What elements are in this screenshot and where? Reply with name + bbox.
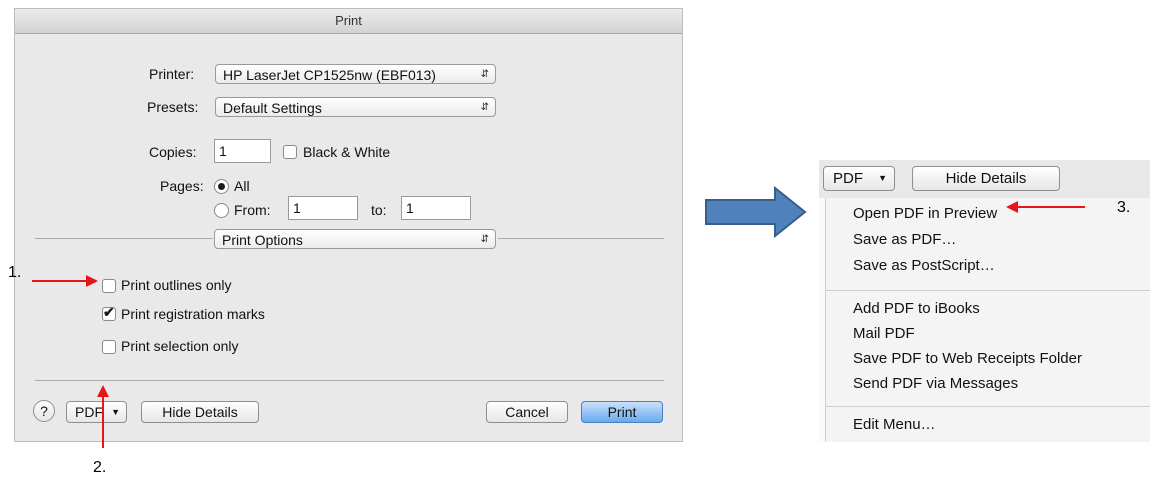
presets-popup[interactable]: Default Settings ⇵: [215, 97, 496, 117]
pages-from-label: From:: [234, 202, 271, 218]
print-dialog: Print Printer: HP LaserJet CP1525nw (EBF…: [14, 8, 683, 442]
chevron-down-icon: ▼: [111, 407, 120, 417]
presets-value: Default Settings: [223, 100, 322, 116]
pages-to-label: to:: [371, 202, 387, 218]
pages-all-radio[interactable]: [214, 179, 229, 194]
pdf-menu-panel: PDF ▼ Hide Details Open PDF in Preview S…: [819, 160, 1150, 442]
pdf-menu-button[interactable]: PDF ▼: [823, 166, 895, 191]
hide-details-button[interactable]: Hide Details: [141, 401, 259, 423]
presets-label: Presets:: [147, 99, 199, 115]
arrow-up-icon: [97, 385, 109, 448]
copies-label: Copies:: [149, 144, 197, 160]
print-registration-checkbox[interactable]: ✔: [102, 304, 116, 321]
divider-line: [498, 238, 664, 239]
pages-all-label: All: [234, 178, 250, 194]
pages-label: Pages:: [160, 178, 204, 194]
popup-arrows-icon: ⇵: [480, 69, 489, 80]
pages-to-field[interactable]: 1: [401, 196, 471, 220]
big-arrow-right-icon: [705, 186, 807, 238]
copies-field[interactable]: 1: [214, 139, 271, 163]
black-white-label: Black & White: [303, 144, 391, 160]
menu-toolbar: PDF ▼ Hide Details: [819, 160, 1150, 198]
printer-popup[interactable]: HP LaserJet CP1525nw (EBF013) ⇵: [215, 64, 496, 84]
checkmark-icon: ✔: [103, 304, 115, 320]
annotation-2: 2.: [93, 459, 107, 476]
black-white-checkbox[interactable]: [283, 145, 297, 159]
menu-item-send-via-messages[interactable]: Send PDF via Messages: [853, 375, 1018, 392]
print-options-value: Print Options: [222, 232, 303, 248]
print-outlines-checkbox[interactable]: [102, 279, 116, 293]
cancel-button[interactable]: Cancel: [486, 401, 568, 423]
printer-value: HP LaserJet CP1525nw (EBF013): [223, 67, 436, 83]
annotation-3: 3.: [1117, 199, 1131, 216]
menu-item-mail-pdf[interactable]: Mail PDF: [853, 325, 915, 342]
print-selection-label: Print selection only: [121, 338, 239, 354]
divider-line: [35, 380, 664, 381]
divider-line: [35, 238, 213, 239]
pdf-label: PDF: [833, 170, 863, 187]
print-outlines-label: Print outlines only: [121, 277, 232, 293]
menu-item-open-in-preview[interactable]: Open PDF in Preview: [853, 205, 997, 222]
menu-separator: [826, 406, 1150, 407]
arrow-right-icon: [32, 275, 98, 287]
popup-arrows-icon: ⇵: [480, 234, 489, 245]
pages-from-field[interactable]: 1: [288, 196, 358, 220]
print-button[interactable]: Print: [581, 401, 663, 423]
menu-item-save-as-pdf[interactable]: Save as PDF…: [853, 231, 956, 248]
hide-details-button[interactable]: Hide Details: [912, 166, 1060, 191]
menu-item-add-to-ibooks[interactable]: Add PDF to iBooks: [853, 300, 980, 317]
pdf-dropdown-menu: Open PDF in Preview Save as PDF… Save as…: [825, 198, 1150, 442]
menu-item-save-as-postscript[interactable]: Save as PostScript…: [853, 257, 995, 274]
menu-separator: [826, 290, 1150, 291]
help-button[interactable]: ?: [33, 400, 55, 422]
annotation-1: 1.: [8, 264, 22, 281]
print-selection-checkbox[interactable]: [102, 340, 116, 354]
popup-arrows-icon: ⇵: [480, 102, 489, 113]
print-registration-label: Print registration marks: [121, 306, 265, 322]
chevron-down-icon: ▼: [878, 173, 887, 183]
pages-from-radio[interactable]: [214, 203, 229, 218]
arrow-left-icon: [1006, 201, 1085, 213]
menu-item-edit-menu[interactable]: Edit Menu…: [853, 416, 936, 433]
menu-item-save-to-web-receipts[interactable]: Save PDF to Web Receipts Folder: [853, 350, 1082, 367]
print-options-popup[interactable]: Print Options ⇵: [214, 229, 496, 249]
dialog-title: Print: [15, 9, 682, 34]
printer-label: Printer:: [149, 66, 195, 82]
